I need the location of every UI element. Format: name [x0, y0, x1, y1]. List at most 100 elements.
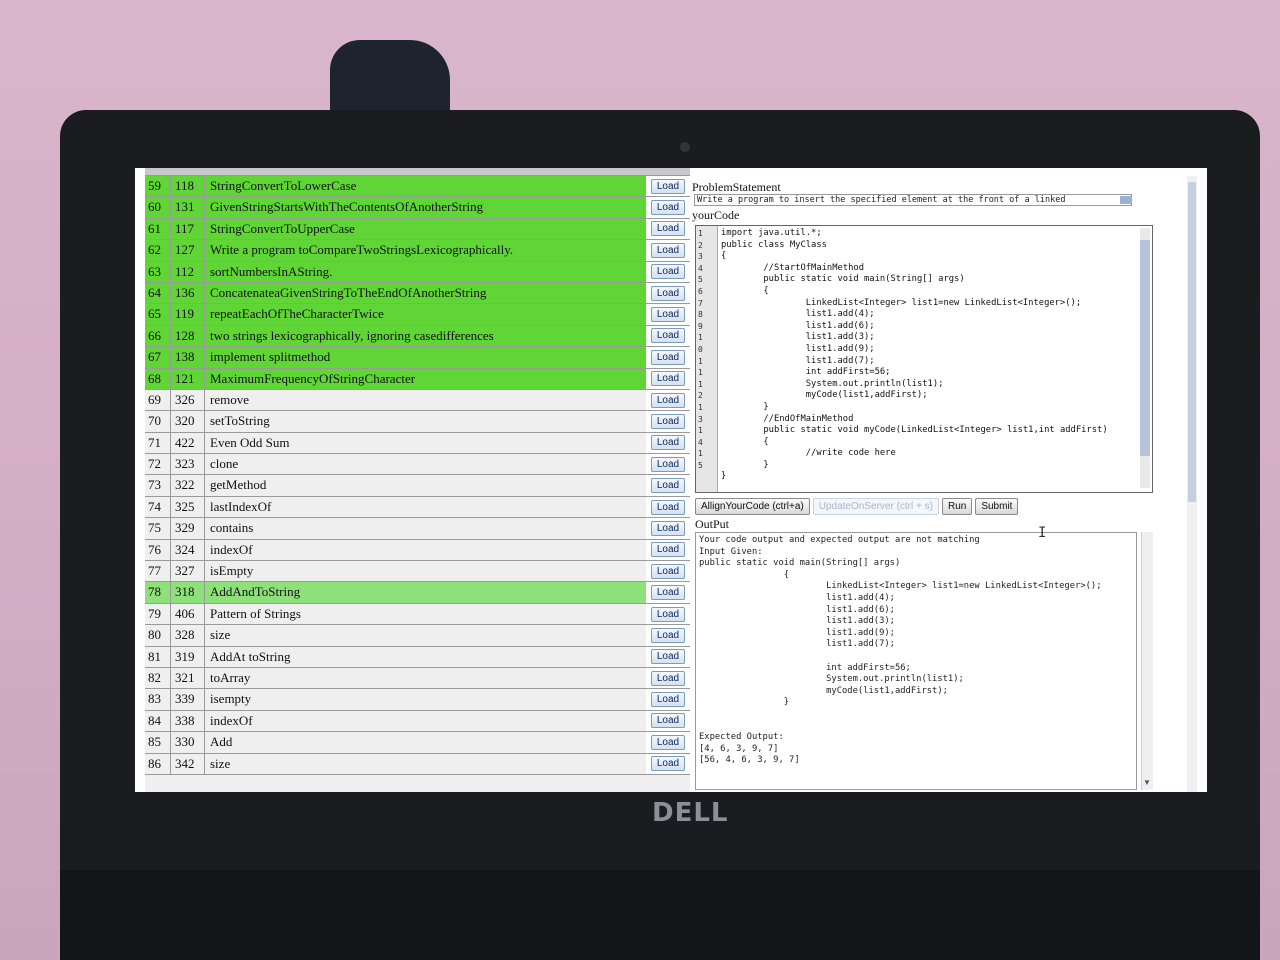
problem-title: setToString [210, 413, 270, 429]
problem-id: 324 [171, 539, 205, 561]
load-button[interactable]: Load [650, 756, 686, 772]
problem-title: repeatEachOfTheCharacterTwice [205, 304, 646, 325]
problem-row: 77 327 isEmpty Load [145, 561, 690, 583]
problem-title: implement splitmethod [205, 347, 646, 368]
load-button[interactable]: Load [650, 371, 686, 387]
output-scrollbar[interactable] [1141, 532, 1153, 790]
load-button[interactable]: Load [650, 692, 686, 708]
load-button[interactable]: Load [650, 478, 686, 494]
output-area[interactable]: Your code output and expected output are… [695, 532, 1137, 790]
load-button[interactable]: Load [650, 392, 686, 408]
load-button[interactable]: Load [650, 221, 686, 237]
line-number: 1 [698, 402, 703, 412]
problem-title: StringConvertToLowerCase [205, 176, 646, 197]
webcam [680, 142, 690, 152]
problem-id: 326 [171, 389, 205, 411]
problem-row: 68 121 MaximumFrequencyOfStringCharacter Lo… [145, 368, 690, 390]
load-button[interactable]: Load [650, 178, 686, 194]
problem-id: 128 [171, 325, 205, 347]
load-button[interactable]: Load [650, 307, 686, 323]
load-button[interactable]: Load [650, 200, 686, 216]
line-number: 1 [698, 379, 703, 389]
problem-row: 73 322 getMethod Load [145, 475, 690, 497]
code-editor[interactable]: 123456789101112131415 import java.util.*… [695, 225, 1153, 493]
load-button[interactable]: Load [650, 713, 686, 729]
problem-row: 82 321 toArray Load [145, 667, 690, 690]
problem-id: 330 [171, 732, 205, 753]
row-number: 70 [145, 411, 171, 432]
row-number: 69 [145, 389, 171, 411]
problem-id: 138 [171, 347, 205, 368]
problem-row: 76 324 indexOf Load [145, 539, 690, 562]
problem-id: 136 [171, 282, 205, 304]
problem-row: 66 128 two strings lexicographically, igno… [145, 325, 690, 348]
row-number: 66 [145, 325, 171, 347]
line-number: 2 [698, 240, 703, 250]
load-cell: Load [646, 218, 690, 240]
problem-id: 422 [171, 432, 205, 454]
load-cell: Load [646, 304, 690, 325]
load-button[interactable]: Load [650, 264, 686, 280]
problem-statement-scrollbar[interactable] [1120, 196, 1132, 204]
line-number: 2 [698, 391, 703, 401]
code-text[interactable]: import java.util.*; public class MyClass… [721, 228, 1136, 483]
problem-id: 118 [171, 176, 205, 197]
problem-title: indexOf [210, 712, 253, 728]
submit-button[interactable]: Submit [975, 498, 1019, 515]
load-button[interactable]: Load [650, 328, 686, 344]
load-button[interactable]: Load [650, 499, 686, 515]
load-button[interactable]: Load [650, 413, 686, 429]
load-button[interactable]: Load [650, 435, 686, 451]
row-number: 71 [145, 432, 171, 454]
problem-row: 65 119 repeatEachOfTheCharacterTwice Load [145, 304, 690, 326]
load-button[interactable]: Load [650, 349, 686, 365]
load-cell: Load [646, 689, 690, 710]
load-button[interactable]: Load [650, 734, 686, 750]
row-number: 85 [145, 732, 171, 753]
line-number: 8 [698, 310, 703, 320]
problem-id: 127 [171, 240, 205, 261]
load-button[interactable]: Load [650, 670, 686, 686]
problem-row: 64 136 ConcatenateaGivenStringToTheEndOfAn… [145, 282, 690, 305]
problem-row: 78 318 AddAndToString Load [145, 582, 690, 604]
row-number: 79 [145, 603, 171, 625]
problem-id: 339 [171, 689, 205, 710]
problem-id: 329 [171, 518, 205, 539]
load-button[interactable]: Load [650, 285, 686, 301]
problem-id: 328 [171, 625, 205, 646]
page-scrollbar-thumb[interactable] [1188, 182, 1196, 502]
row-number: 64 [145, 282, 171, 304]
problem-title: AddAndToString [205, 582, 646, 603]
line-number: 3 [698, 252, 703, 262]
load-cell: Load [646, 176, 690, 197]
problem-statement-text[interactable]: Write a program to insert the specified … [694, 194, 1132, 206]
brand-logo: DELL [652, 798, 729, 828]
problem-row: 63 112 sortNumbersInAString. Load [145, 261, 690, 283]
update-on-server-button[interactable]: UpdateOnServer (ctrl + s) [812, 498, 939, 515]
row-number: 75 [145, 518, 171, 539]
load-button[interactable]: Load [650, 585, 686, 601]
load-button[interactable]: Load [650, 563, 686, 579]
line-number: 1 [698, 426, 703, 436]
problem-title: Add [210, 734, 233, 750]
load-button[interactable]: Load [650, 542, 686, 558]
load-button[interactable]: Load [650, 627, 686, 643]
scroll-down-icon[interactable]: ▼ [1143, 778, 1151, 787]
load-cell: Load [646, 625, 690, 646]
load-cell: Load [646, 347, 690, 368]
row-number: 68 [145, 368, 171, 389]
line-number: 7 [698, 298, 703, 308]
load-button[interactable]: Load [650, 456, 686, 472]
problem-row: 74 325 lastIndexOf Load [145, 496, 690, 519]
editor-scrollbar-thumb[interactable] [1140, 240, 1150, 456]
problem-id: 342 [171, 753, 205, 774]
align-code-button[interactable]: AllignYourCode (ctrl+a) [695, 498, 810, 515]
load-button[interactable]: Load [650, 649, 686, 665]
row-number: 65 [145, 304, 171, 325]
load-button[interactable]: Load [650, 606, 686, 622]
load-button[interactable]: Load [650, 242, 686, 258]
run-button[interactable]: Run [941, 498, 973, 515]
problem-title: indexOf [210, 541, 253, 557]
load-button[interactable]: Load [650, 520, 686, 536]
problem-id: 320 [171, 411, 205, 432]
